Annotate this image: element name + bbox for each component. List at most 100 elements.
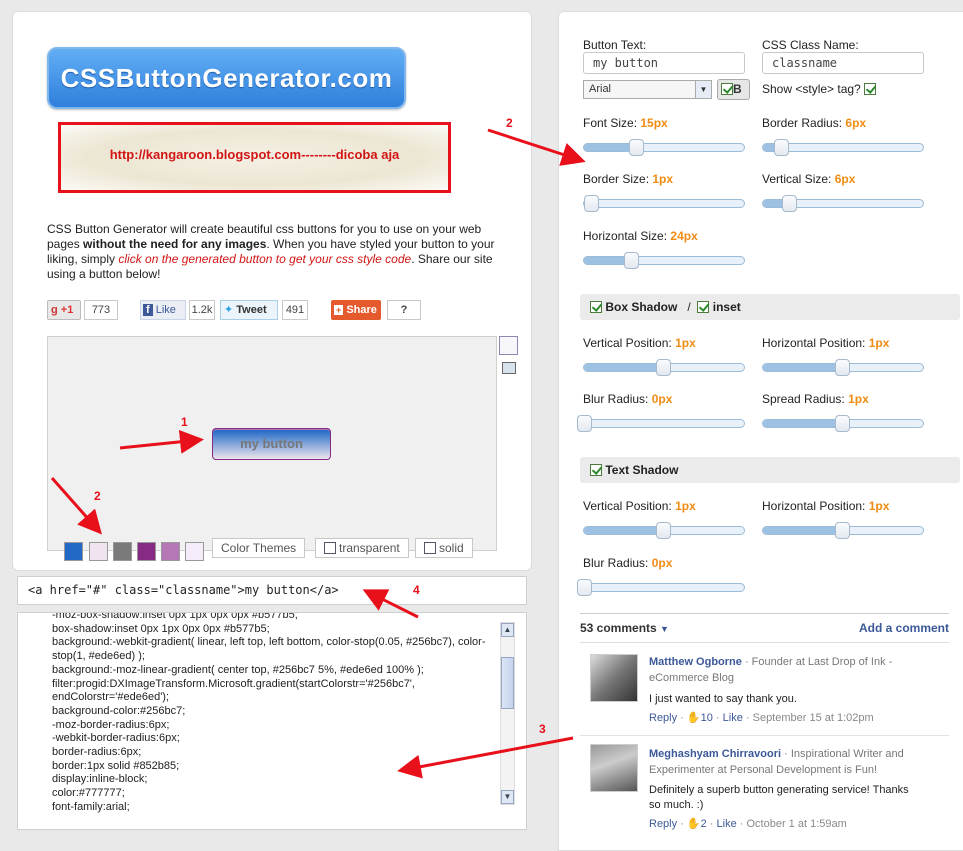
slider-handle[interactable] xyxy=(584,195,599,212)
slider-handle[interactable] xyxy=(835,415,850,432)
slider-handle[interactable] xyxy=(577,579,592,596)
solid-label: solid xyxy=(439,541,464,555)
preview-bg-image-icon[interactable] xyxy=(502,362,516,374)
font-family-select[interactable]: Arial ▼ xyxy=(583,80,712,99)
box-blur-slider[interactable] xyxy=(577,415,745,432)
slider-handle[interactable] xyxy=(782,195,798,212)
color-themes-button[interactable]: Color Themes xyxy=(212,538,306,558)
slider-handle[interactable] xyxy=(656,359,671,376)
horizontal-size-slider[interactable] xyxy=(583,252,745,269)
bold-checkbox[interactable] xyxy=(721,83,733,95)
show-style-tag-option[interactable]: Show <style> tag? xyxy=(762,82,877,96)
avatar[interactable] xyxy=(590,744,638,792)
text-blur-value: 0px xyxy=(651,556,673,570)
transparent-toggle[interactable]: transparent xyxy=(315,538,409,558)
box-spread-label: Spread Radius: 1px xyxy=(762,392,869,406)
tweet-count: 491 xyxy=(282,300,308,320)
gplus-count: 773 xyxy=(84,300,118,320)
text-shadow-header: Text Shadow xyxy=(580,457,960,483)
transparent-checkbox[interactable] xyxy=(324,542,336,554)
bold-toggle[interactable]: B xyxy=(717,79,750,100)
scroll-up-icon[interactable]: ▲ xyxy=(501,623,514,637)
comment-text: Definitely a superb button generating se… xyxy=(649,784,909,811)
bold-label: B xyxy=(733,82,742,96)
text-vpos-slider[interactable] xyxy=(583,522,745,539)
color-swatch-1[interactable] xyxy=(64,542,83,561)
text-hpos-slider[interactable] xyxy=(762,522,924,539)
gplus-button[interactable]: g +1 xyxy=(47,300,81,320)
solid-toggle[interactable]: solid xyxy=(415,538,473,558)
inset-label: inset xyxy=(712,300,741,314)
show-style-checkbox[interactable] xyxy=(864,83,877,95)
slider-handle[interactable] xyxy=(835,359,850,376)
box-spread-label-text: Spread Radius: xyxy=(762,392,845,406)
reply-link[interactable]: Reply xyxy=(649,818,677,830)
comment-divider xyxy=(580,735,949,736)
slider-handle[interactable] xyxy=(835,522,850,539)
slider-handle[interactable] xyxy=(628,139,644,156)
color-swatch-2[interactable] xyxy=(89,542,108,561)
css-code-output[interactable]: -moz-box-shadow:inset 0px 1px 0px 0px #b… xyxy=(17,612,527,830)
avatar[interactable] xyxy=(590,654,638,702)
preview-bg-color-picker[interactable] xyxy=(499,336,518,355)
box-shadow-header: Box Shadow / inset xyxy=(580,294,960,320)
like-link[interactable]: Like xyxy=(717,818,737,830)
css-code-line: background:-webkit-gradient( linear, lef… xyxy=(52,636,486,663)
font-size-slider[interactable] xyxy=(583,139,745,156)
box-hpos-slider[interactable] xyxy=(762,359,924,376)
color-swatch-5[interactable] xyxy=(161,542,180,561)
like-link[interactable]: Like xyxy=(723,712,743,724)
text-shadow-checkbox[interactable] xyxy=(590,464,602,476)
border-size-value: 1px xyxy=(652,172,674,186)
like-count: 2 xyxy=(700,818,707,830)
font-size-label: Font Size: 15px xyxy=(583,116,668,130)
chevron-down-icon[interactable]: ▼ xyxy=(660,624,669,634)
tweet-button[interactable]: ✦ Tweet xyxy=(220,300,278,320)
facebook-like-count: 1.2k xyxy=(189,300,215,320)
comment-author-name[interactable]: Matthew Ogborne xyxy=(649,656,742,668)
horizontal-size-value: 24px xyxy=(670,229,698,243)
slider-handle[interactable] xyxy=(624,252,639,269)
font-size-label-text: Font Size: xyxy=(583,116,638,130)
generated-button[interactable]: my button xyxy=(212,428,331,460)
color-swatch-6[interactable] xyxy=(185,542,204,561)
reply-link[interactable]: Reply xyxy=(649,712,677,724)
annotation-number-2: 2 xyxy=(94,489,101,503)
scroll-thumb[interactable] xyxy=(501,657,514,709)
color-swatch-3[interactable] xyxy=(113,542,132,561)
css-code-line: color:#777777; xyxy=(52,787,125,800)
border-size-label: Border Size: 1px xyxy=(583,172,673,186)
scroll-down-icon[interactable]: ▼ xyxy=(501,790,514,804)
css-code-line: -moz-box-shadow:inset 0px 1px 0px 0px #b… xyxy=(52,612,298,621)
box-vpos-slider[interactable] xyxy=(583,359,745,376)
box-shadow-title: Box Shadow xyxy=(605,300,678,314)
border-radius-slider[interactable] xyxy=(762,139,924,156)
comment-author-name[interactable]: Meghashyam Chirravoori xyxy=(649,748,781,760)
border-size-label-text: Border Size: xyxy=(583,172,650,186)
html-code-output[interactable]: <a href="#" class="classname">my button<… xyxy=(17,576,527,605)
vertical-size-slider[interactable] xyxy=(762,195,924,212)
slider-handle[interactable] xyxy=(656,522,671,539)
box-shadow-checkbox[interactable] xyxy=(590,301,602,313)
share-button[interactable]: + Share xyxy=(331,300,381,320)
comments-count[interactable]: 53 comments xyxy=(580,621,657,635)
slider-handle[interactable] xyxy=(577,415,592,432)
site-logo[interactable]: CSSButtonGenerator.com xyxy=(47,47,406,109)
text-blur-slider[interactable] xyxy=(577,579,745,596)
button-text-input[interactable]: my button xyxy=(583,52,745,74)
facebook-like-button[interactable]: f Like xyxy=(140,300,186,320)
comment-meta: Reply · ✋2 · Like · October 1 at 1:59am xyxy=(649,818,847,830)
code-scrollbar[interactable]: ▲ ▼ xyxy=(500,622,515,805)
css-class-input[interactable]: classname xyxy=(762,52,924,74)
solid-checkbox[interactable] xyxy=(424,542,436,554)
comment-author-line: Meghashyam Chirravoori · Inspirational W… xyxy=(649,748,904,776)
slider-fill xyxy=(763,527,843,534)
gplus-label: +1 xyxy=(60,304,74,316)
slider-handle[interactable] xyxy=(774,139,790,156)
box-spread-slider[interactable] xyxy=(762,415,924,432)
add-comment-link[interactable]: Add a comment xyxy=(859,614,949,642)
inset-checkbox[interactable] xyxy=(697,301,710,313)
box-hpos-value: 1px xyxy=(868,336,890,350)
color-swatch-4[interactable] xyxy=(137,542,156,561)
border-size-slider[interactable] xyxy=(583,195,745,212)
